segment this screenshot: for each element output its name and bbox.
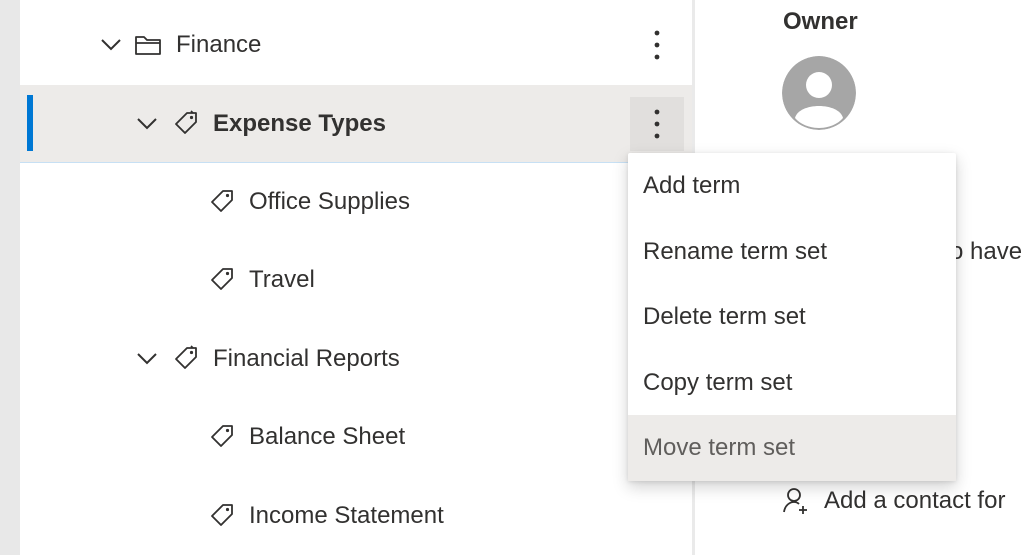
tree-item-office-supplies[interactable]: Office Supplies bbox=[20, 163, 692, 241]
tag-icon bbox=[171, 345, 201, 373]
tag-icon bbox=[207, 423, 237, 451]
menu-item-move-term-set[interactable]: Move term set bbox=[628, 415, 956, 481]
tag-icon bbox=[171, 109, 201, 138]
tree-item-label: Income Statement bbox=[249, 502, 444, 529]
tree-item-balance-sheet[interactable]: Balance Sheet bbox=[20, 398, 692, 476]
menu-item-add-term[interactable]: Add term bbox=[628, 153, 956, 219]
tag-icon bbox=[207, 266, 237, 294]
more-vertical-icon bbox=[654, 109, 660, 139]
tag-icon bbox=[207, 502, 237, 530]
selection-indicator bbox=[27, 95, 33, 151]
add-contact-link[interactable]: Add a contact for bbox=[824, 487, 1005, 515]
more-vertical-icon bbox=[654, 30, 660, 60]
owner-heading: Owner bbox=[783, 8, 858, 35]
more-options-button[interactable] bbox=[630, 18, 684, 72]
tag-icon bbox=[207, 188, 237, 216]
tree-item-income-statement[interactable]: Income Statement bbox=[20, 477, 692, 555]
tree-item-label: Financial Reports bbox=[213, 345, 400, 372]
context-menu: Add term Rename term set Delete term set… bbox=[628, 153, 956, 481]
folder-icon bbox=[133, 31, 163, 59]
chevron-down-icon[interactable] bbox=[135, 347, 159, 371]
tree-item-financial-reports[interactable]: Financial Reports bbox=[20, 320, 692, 398]
more-options-button[interactable] bbox=[630, 97, 684, 151]
left-rail bbox=[0, 0, 20, 555]
details-partial-text: o have bbox=[950, 238, 1023, 265]
tree-item-label: Expense Types bbox=[213, 109, 386, 137]
add-contact-icon[interactable] bbox=[782, 486, 810, 516]
tree-item-finance[interactable]: Finance bbox=[20, 6, 692, 84]
tree-item-travel[interactable]: Travel bbox=[20, 241, 692, 319]
menu-item-rename-term-set[interactable]: Rename term set bbox=[628, 219, 956, 285]
tree-item-label: Travel bbox=[249, 266, 315, 293]
tree-item-label: Office Supplies bbox=[249, 188, 410, 215]
avatar-icon bbox=[782, 56, 856, 130]
term-tree-panel: Finance Expense Types Office Supplies Tr… bbox=[20, 0, 692, 555]
chevron-down-icon[interactable] bbox=[135, 112, 159, 136]
tree-item-expense-types[interactable]: Expense Types bbox=[20, 85, 692, 163]
chevron-down-icon[interactable] bbox=[99, 33, 123, 57]
tree-item-label: Finance bbox=[176, 31, 262, 58]
menu-item-copy-term-set[interactable]: Copy term set bbox=[628, 350, 956, 416]
menu-item-delete-term-set[interactable]: Delete term set bbox=[628, 284, 956, 350]
tree-item-label: Balance Sheet bbox=[249, 423, 406, 450]
